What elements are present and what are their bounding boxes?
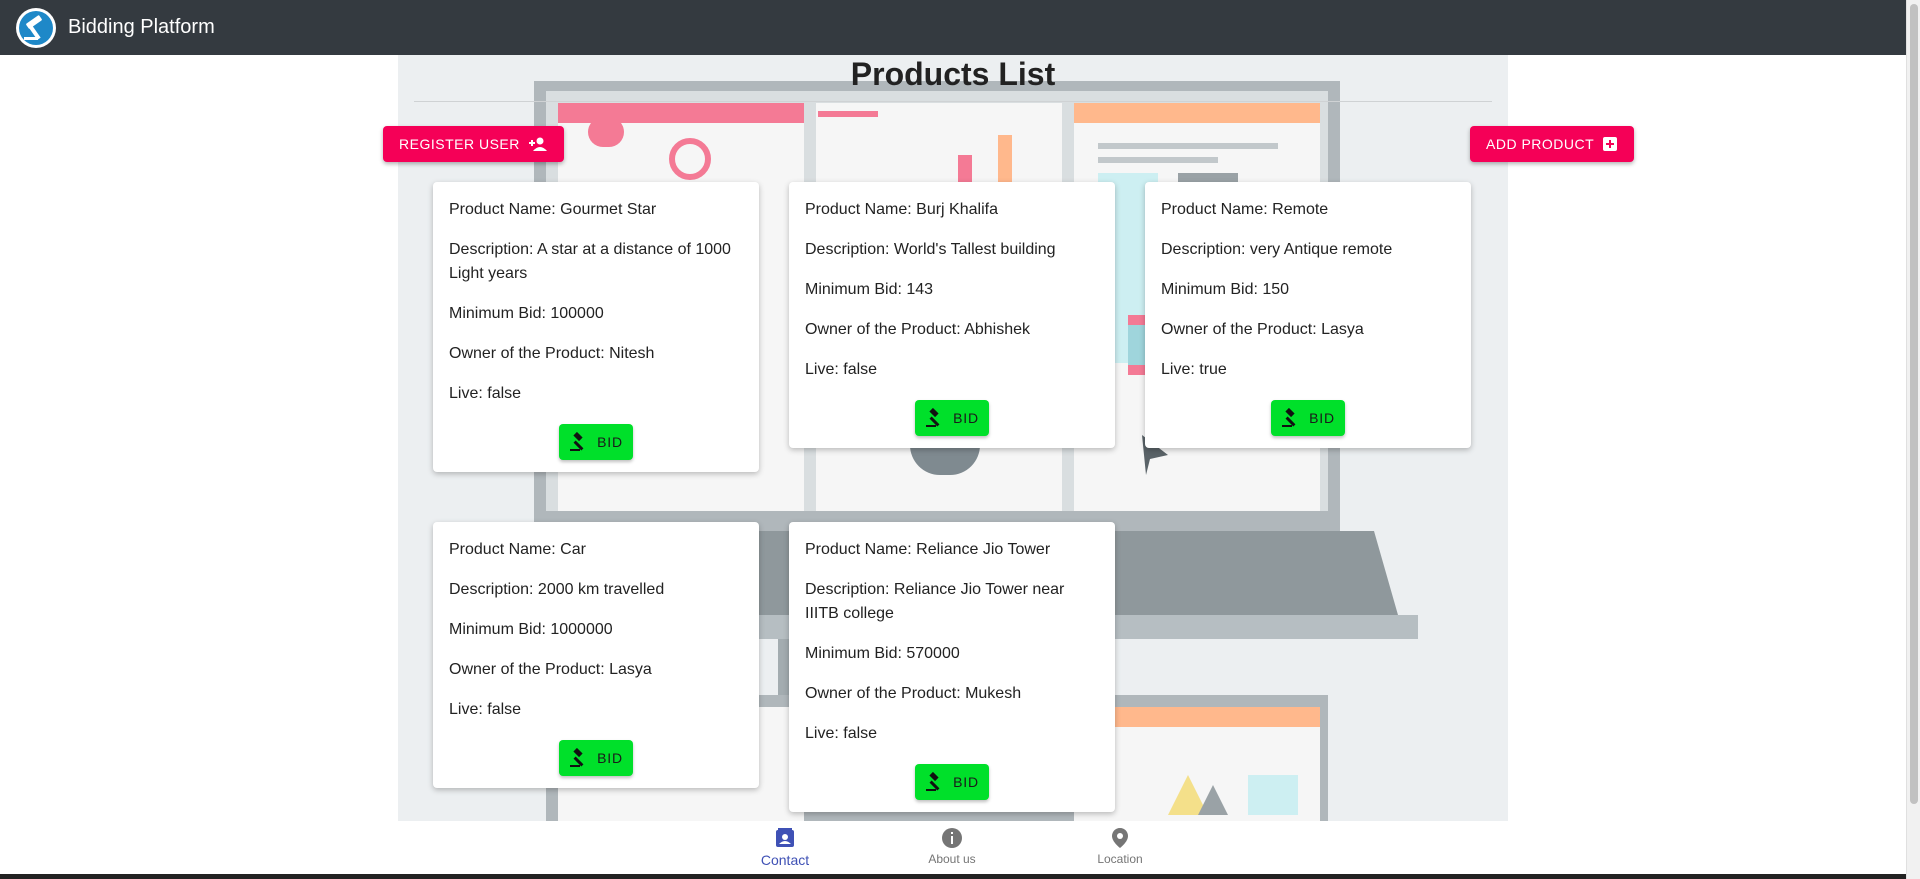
contact-icon <box>776 828 794 847</box>
gavel-icon <box>926 408 940 427</box>
nav-item-location[interactable]: Location <box>1060 827 1180 866</box>
bid-label: BID <box>1309 410 1335 426</box>
nav-label-about: About us <box>928 852 976 866</box>
product-card: Product Name: Car Description: 2000 km t… <box>433 522 759 788</box>
register-user-button[interactable]: REGISTER USER <box>383 126 564 162</box>
product-owner: Owner of the Product: Nitesh <box>449 345 655 362</box>
product-owner: Owner of the Product: Abhishek <box>805 321 1031 338</box>
product-min-bid: Minimum Bid: 570000 <box>805 645 960 662</box>
product-card: Product Name: Reliance Jio Tower Descrip… <box>789 522 1115 812</box>
product-owner: Owner of the Product: Mukesh <box>805 685 1022 702</box>
bid-label: BID <box>953 774 979 790</box>
bid-button[interactable]: BID <box>559 424 633 460</box>
bottom-navigation: Contact About us Location <box>0 821 1906 874</box>
window-bottom-edge <box>0 874 1906 879</box>
vertical-scrollbar[interactable] <box>1906 0 1920 879</box>
app-bar: Bidding Platform <box>0 0 1906 55</box>
info-icon <box>942 828 962 848</box>
bid-button[interactable]: BID <box>1271 400 1345 436</box>
bid-button[interactable]: BID <box>915 400 989 436</box>
product-description: Description: 2000 km travelled <box>449 581 665 598</box>
product-min-bid: Minimum Bid: 1000000 <box>449 621 613 638</box>
product-card: Product Name: Burj Khalifa Description: … <box>789 182 1115 448</box>
product-description: Description: very Antique remote <box>1161 241 1393 258</box>
product-description: Description: World's Tallest building <box>805 241 1056 258</box>
product-name: Product Name: Remote <box>1161 201 1329 218</box>
add-product-button[interactable]: ADD PRODUCT <box>1470 126 1635 162</box>
location-pin-icon <box>1112 828 1128 848</box>
title-divider <box>414 101 1492 102</box>
product-live: Live: false <box>449 701 522 718</box>
product-owner: Owner of the Product: Lasya <box>449 661 652 678</box>
product-description: Description: Reliance Jio Tower near III… <box>805 581 1065 622</box>
product-live: Live: false <box>805 361 878 378</box>
gavel-icon <box>570 432 584 451</box>
add-product-label: ADD PRODUCT <box>1486 136 1595 152</box>
product-live: Live: false <box>805 725 878 742</box>
nav-label-location: Location <box>1097 852 1143 866</box>
product-card: Product Name: Remote Description: very A… <box>1145 182 1471 448</box>
gavel-icon <box>570 748 584 767</box>
person-add-icon <box>528 137 547 151</box>
bid-button[interactable]: BID <box>915 764 989 800</box>
product-card: Product Name: Gourmet Star Description: … <box>433 182 759 472</box>
add-box-icon <box>1603 137 1618 151</box>
product-owner: Owner of the Product: Lasya <box>1161 321 1364 338</box>
bid-button[interactable]: BID <box>559 740 633 776</box>
product-description: Description: A star at a distance of 100… <box>449 241 731 282</box>
product-live: Live: true <box>1161 361 1227 378</box>
product-name: Product Name: Burj Khalifa <box>805 201 998 218</box>
gavel-icon <box>1282 408 1296 427</box>
product-name: Product Name: Gourmet Star <box>449 201 657 218</box>
app-logo-icon[interactable] <box>16 7 56 48</box>
register-user-label: REGISTER USER <box>399 136 520 152</box>
scrollbar-thumb[interactable] <box>1910 4 1918 804</box>
nav-item-about[interactable]: About us <box>892 827 1012 866</box>
bid-label: BID <box>597 434 623 450</box>
page-title: Products List <box>850 56 1056 92</box>
product-name: Product Name: Reliance Jio Tower <box>805 541 1051 558</box>
nav-label-contact: Contact <box>760 852 810 868</box>
bid-label: BID <box>953 410 979 426</box>
app-title[interactable]: Bidding Platform <box>68 16 215 39</box>
nav-item-contact[interactable]: Contact <box>725 827 845 868</box>
product-min-bid: Minimum Bid: 150 <box>1161 281 1290 298</box>
product-min-bid: Minimum Bid: 100000 <box>449 305 604 322</box>
product-live: Live: false <box>449 385 522 402</box>
product-min-bid: Minimum Bid: 143 <box>805 281 934 298</box>
product-name: Product Name: Car <box>449 541 586 558</box>
gavel-icon <box>926 772 940 791</box>
bid-label: BID <box>597 750 623 766</box>
